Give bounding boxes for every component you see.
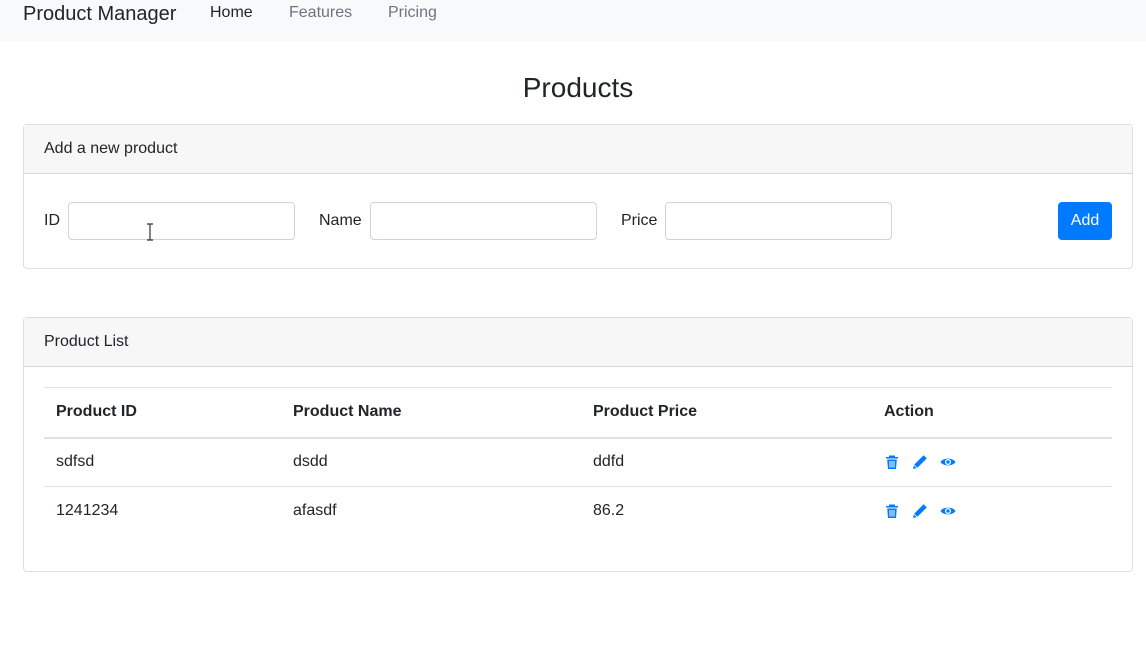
eye-icon[interactable] [940, 454, 956, 470]
product-list-card: Product List Product ID Product Name Pro… [23, 317, 1133, 572]
column-header-product-name: Product Name [293, 403, 402, 421]
cell-product-price: ddfd [593, 453, 625, 471]
pencil-icon[interactable] [912, 454, 928, 470]
cell-product-id: 1241234 [56, 502, 119, 520]
cell-actions [872, 438, 1112, 487]
id-input[interactable] [68, 202, 295, 240]
cell-product-id: sdfsd [56, 453, 95, 471]
text-cursor-icon [146, 223, 154, 241]
page-title: Products [522, 72, 634, 103]
eye-icon[interactable] [940, 503, 956, 519]
nav-link-features[interactable]: Features [289, 4, 352, 22]
cell-product-price: 86.2 [593, 502, 625, 520]
table-row: 1241234 afasdf 86.2 [44, 487, 1112, 536]
product-table: Product ID Product Name Product Price Ac… [44, 387, 1112, 536]
product-list-card-header: Product List [24, 318, 1132, 367]
name-label: Name [319, 212, 362, 229]
trash-icon[interactable] [884, 503, 900, 519]
column-header-product-price: Product Price [593, 403, 698, 421]
price-label: Price [621, 212, 658, 229]
cell-product-name: afasdf [293, 502, 337, 520]
add-product-card-header: Add a new product [24, 125, 1132, 174]
brand-link[interactable]: Product Manager [23, 2, 176, 26]
trash-icon[interactable] [884, 454, 900, 470]
id-label: ID [44, 212, 60, 229]
pencil-icon[interactable] [912, 503, 928, 519]
nav-link-pricing[interactable]: Pricing [388, 4, 437, 22]
nav-link-home[interactable]: Home [210, 4, 253, 22]
table-header-row: Product ID Product Name Product Price Ac… [44, 387, 1112, 438]
column-header-action: Action [884, 403, 934, 421]
add-product-card: Add a new product ID Name Price Add [23, 124, 1133, 269]
cell-product-name: dsdd [293, 453, 328, 471]
name-input[interactable] [370, 202, 597, 240]
cell-actions [872, 487, 1112, 536]
price-input[interactable] [665, 202, 892, 240]
navbar: Product Manager Home Features Pricing [0, 0, 1146, 41]
table-row: sdfsd dsdd ddfd [44, 438, 1112, 487]
column-header-product-id: Product ID [56, 403, 137, 421]
add-button[interactable]: Add [1058, 202, 1112, 240]
